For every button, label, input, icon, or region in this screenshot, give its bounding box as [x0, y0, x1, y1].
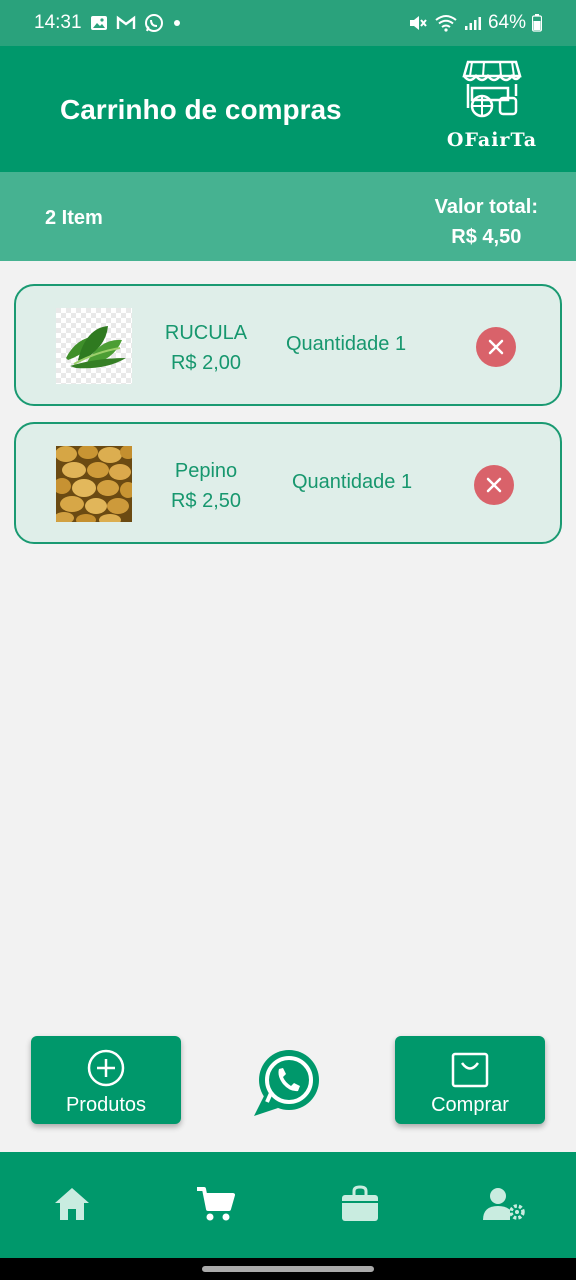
total-value: R$ 4,50 — [451, 226, 522, 248]
products-button[interactable]: Produtos — [31, 1036, 181, 1124]
app-header: Carrinho de compras OFairTa — [0, 46, 576, 172]
logo: OFairTa — [444, 58, 540, 151]
wifi-icon — [434, 14, 458, 32]
buy-button-label: Comprar — [431, 1094, 509, 1116]
remove-item-button[interactable] — [474, 465, 514, 505]
cart-item: Pepino R$ 2,50 Quantidade 1 — [14, 422, 562, 544]
nav-profile[interactable] — [432, 1152, 576, 1258]
battery-icon — [532, 14, 542, 32]
products-button-label: Produtos — [65, 1094, 147, 1116]
product-price: R$ 2,00 — [170, 352, 242, 374]
close-icon — [486, 477, 502, 493]
status-bar: 14:31 64% — [0, 0, 576, 46]
gmail-icon — [116, 15, 136, 31]
whatsapp-icon — [254, 1050, 319, 1116]
product-info: Pepino R$ 2,50 — [144, 456, 268, 516]
product-info: RUCULA R$ 2,00 — [144, 318, 268, 378]
logo-text: OFairTa — [446, 129, 538, 151]
user-settings-icon — [483, 1188, 525, 1220]
arugula-image — [56, 308, 132, 384]
product-name: RUCULA — [164, 322, 248, 344]
potatoes-image — [56, 446, 132, 522]
buy-button[interactable]: Comprar — [395, 1036, 545, 1124]
dot-icon — [172, 18, 182, 28]
whatsapp-button[interactable] — [250, 1044, 326, 1120]
add-circle-icon — [87, 1049, 125, 1087]
product-name: Pepino — [174, 460, 238, 482]
bottom-nav — [0, 1152, 576, 1258]
page-title: Carrinho de compras — [60, 94, 342, 125]
total-block: Valor total: R$ 4,50 — [435, 192, 538, 252]
action-bar: Produtos Comprar — [0, 1036, 576, 1128]
home-icon — [55, 1188, 89, 1220]
signal-icon — [464, 15, 482, 31]
nav-orders[interactable] — [288, 1152, 432, 1258]
mute-icon — [408, 14, 428, 32]
close-icon — [488, 339, 504, 355]
shopping-bag-icon — [342, 1185, 378, 1221]
shopping-bag-outline-icon — [451, 1052, 489, 1088]
nav-cart[interactable] — [144, 1152, 288, 1258]
home-indicator[interactable] — [202, 1266, 374, 1272]
nav-home[interactable] — [0, 1152, 144, 1258]
clock: 14:31 — [34, 12, 82, 33]
cart-icon — [197, 1187, 235, 1221]
battery-percent: 64% — [487, 12, 526, 33]
remove-item-button[interactable] — [476, 327, 516, 367]
market-stall-icon — [462, 60, 522, 118]
cart-item: RUCULA R$ 2,00 Quantidade 1 — [14, 284, 562, 406]
cart-list: RUCULA R$ 2,00 Quantidade 1 Pepino R$ 2,… — [14, 284, 562, 560]
cart-summary: 2 Item Valor total: R$ 4,50 — [0, 172, 576, 261]
product-quantity: Quantidade 1 — [286, 333, 407, 355]
product-quantity: Quantidade 1 — [292, 471, 413, 493]
whatsapp-icon — [144, 13, 164, 33]
gallery-icon — [90, 14, 108, 32]
product-price: R$ 2,50 — [170, 490, 242, 512]
gesture-bar — [0, 1258, 576, 1280]
total-label: Valor total: — [434, 196, 538, 218]
item-count: 2 Item — [45, 207, 103, 229]
